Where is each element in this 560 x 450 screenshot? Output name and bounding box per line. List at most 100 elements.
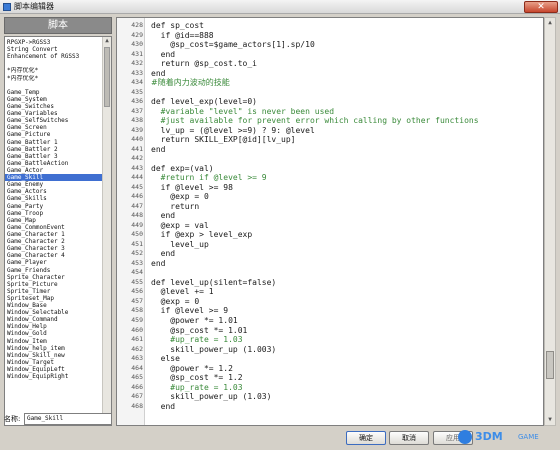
code-line[interactable]: 457 @exp = 0 [117, 297, 543, 307]
code-editor[interactable]: 428 def sp_cost 429 if @id==888 430 @sp_cos… [116, 17, 544, 426]
code-line[interactable]: 467 skill_power_up (1.03) [117, 392, 543, 402]
code-text[interactable]: if @level >= 9 [151, 306, 228, 316]
script-list-item[interactable]: Game_Troop [5, 210, 103, 217]
code-line[interactable]: 429 if @id==888 [117, 31, 543, 41]
code-text[interactable]: @exp = 0 [151, 192, 209, 202]
code-text[interactable]: if @level >= 98 [151, 183, 233, 193]
script-list-item[interactable] [5, 82, 103, 89]
code-line[interactable]: 436 def level_exp(level=0) [117, 97, 543, 107]
code-line[interactable]: 454 [117, 268, 543, 278]
script-list-item[interactable]: Game_Switches [5, 103, 103, 110]
script-list-item[interactable]: Window_Skill_new [5, 352, 103, 359]
script-list-item[interactable]: Window_help_item [5, 345, 103, 352]
code-line[interactable]: 462 skill_power_up (1.003) [117, 345, 543, 355]
code-line[interactable]: 440 return SKILL_EXP[@id][lv_up] [117, 135, 543, 145]
script-name-input[interactable]: Game_Skill [24, 413, 112, 425]
code-line[interactable]: 458 if @level >= 9 [117, 306, 543, 316]
code-line[interactable]: 447 return [117, 202, 543, 212]
code-line[interactable]: 432 return @sp_cost.to_i [117, 59, 543, 69]
script-list-item[interactable]: Game_Character 1 [5, 231, 103, 238]
scrollbar-thumb[interactable] [104, 47, 110, 107]
script-list-item[interactable]: Game_Enemy [5, 181, 103, 188]
script-list-item[interactable]: Game_Friends [5, 267, 103, 274]
script-list-item[interactable]: Game_Skills [5, 195, 103, 202]
script-list-item[interactable]: Game_Character 4 [5, 252, 103, 259]
close-button[interactable]: ✕ [524, 1, 558, 13]
code-line[interactable]: 437 #variable "level" is never been used [117, 107, 543, 117]
code-text[interactable]: end [151, 145, 165, 155]
script-list-item[interactable]: Game_Actors [5, 188, 103, 195]
script-list-item[interactable]: Spriteset_Map [5, 295, 103, 302]
code-line[interactable]: 444 #return if @level >= 9 [117, 173, 543, 183]
code-line[interactable]: 461 #up_rate = 1.03 [117, 335, 543, 345]
script-list-item[interactable]: Game_SelfSwitches [5, 117, 103, 124]
script-list-item[interactable]: Game_Battler 2 [5, 146, 103, 153]
code-line[interactable]: 463 else [117, 354, 543, 364]
code-text[interactable]: @sp_cost *= 1.01 [151, 326, 247, 336]
code-line[interactable]: 430 @sp_cost=$game_actors[1].sp/10 [117, 40, 543, 50]
script-list-item[interactable]: Game_BattleAction [5, 160, 103, 167]
code-line[interactable]: 468 end [117, 402, 543, 412]
code-line[interactable]: 428 def sp_cost [117, 21, 543, 31]
script-list-item[interactable]: Game_Battler 1 [5, 139, 103, 146]
script-list-item[interactable]: Window_Selectable [5, 309, 103, 316]
code-line[interactable]: 442 [117, 154, 543, 164]
code-line[interactable]: 445 if @level >= 98 [117, 183, 543, 193]
script-list-scrollbar[interactable]: ▲ ▼ [102, 37, 111, 425]
code-line[interactable]: 451 level_up [117, 240, 543, 250]
script-list-item[interactable]: *内存优化* [5, 75, 103, 82]
script-list-item[interactable]: Game_Screen [5, 124, 103, 131]
cancel-button[interactable]: 取消 [389, 431, 429, 445]
code-text[interactable]: @level += 1 [151, 287, 214, 297]
code-text[interactable]: @exp = val [151, 221, 209, 231]
code-line[interactable]: 449 @exp = val [117, 221, 543, 231]
code-text[interactable]: def sp_cost [151, 21, 204, 31]
code-line[interactable]: 448 end [117, 211, 543, 221]
code-text[interactable]: #up_rate = 1.03 [151, 383, 242, 393]
code-text[interactable]: @sp_cost *= 1.2 [151, 373, 242, 383]
code-text[interactable]: return [151, 202, 199, 212]
code-editor-scrollbar[interactable]: ▲ ▼ [544, 17, 556, 426]
script-list-item[interactable]: Game_Temp [5, 89, 103, 96]
script-list[interactable]: RPGXP->RGSS3 String Convert Enhancement of… [4, 36, 112, 426]
script-list-item[interactable]: RPGXP->RGSS3 [5, 39, 103, 46]
code-text[interactable]: end [151, 69, 165, 79]
code-text[interactable]: lv_up = (@level >=9) ? 9: @level [151, 126, 315, 136]
code-text[interactable]: def level_exp(level=0) [151, 97, 257, 107]
code-line[interactable]: 456 @level += 1 [117, 287, 543, 297]
code-line[interactable]: 431 end [117, 50, 543, 60]
code-line[interactable]: 443 def exp=(val) [117, 164, 543, 174]
script-list-item[interactable]: Window_Base [5, 302, 103, 309]
code-text[interactable]: def level_up(silent=false) [151, 278, 276, 288]
script-list-item[interactable]: Sprite_Timer [5, 288, 103, 295]
code-text[interactable]: if @id==888 [151, 31, 214, 41]
script-list-item[interactable]: Window_Command [5, 316, 103, 323]
script-list-item[interactable]: Game_Actor [5, 167, 103, 174]
code-text[interactable]: end [151, 211, 175, 221]
code-line[interactable]: 435 [117, 88, 543, 98]
script-list-item[interactable]: Game_Party [5, 203, 103, 210]
scroll-down-arrow-icon[interactable]: ▼ [545, 415, 555, 425]
code-text[interactable]: @sp_cost=$game_actors[1].sp/10 [151, 40, 315, 50]
code-text[interactable]: skill_power_up (1.03) [151, 392, 271, 402]
code-text[interactable]: end [151, 50, 175, 60]
code-line[interactable]: 433 end [117, 69, 543, 79]
ok-button[interactable]: 确定 [346, 431, 386, 445]
code-line[interactable]: 465 @sp_cost *= 1.2 [117, 373, 543, 383]
code-text[interactable]: end [151, 249, 175, 259]
script-list-item[interactable]: Game_Player [5, 259, 103, 266]
code-line[interactable]: 464 @power *= 1.2 [117, 364, 543, 374]
code-line[interactable]: 466 #up_rate = 1.03 [117, 383, 543, 393]
script-list-item[interactable]: Sprite_Character [5, 274, 103, 281]
code-text[interactable]: level_up [151, 240, 209, 250]
scroll-up-arrow-icon[interactable]: ▲ [545, 18, 555, 28]
script-list-item[interactable]: Window_EquipLeft [5, 366, 103, 373]
script-list-item[interactable]: Game_CommonEvent [5, 224, 103, 231]
code-text[interactable]: end [151, 259, 165, 269]
code-text[interactable]: return SKILL_EXP[@id][lv_up] [151, 135, 296, 145]
code-text[interactable]: if @exp > level_exp [151, 230, 253, 240]
script-list-item[interactable]: Window_Gold [5, 330, 103, 337]
script-list-item[interactable]: String Convert [5, 46, 103, 53]
script-list-item[interactable]: *内存优化* [5, 67, 103, 74]
code-text[interactable]: return @sp_cost.to_i [151, 59, 257, 69]
